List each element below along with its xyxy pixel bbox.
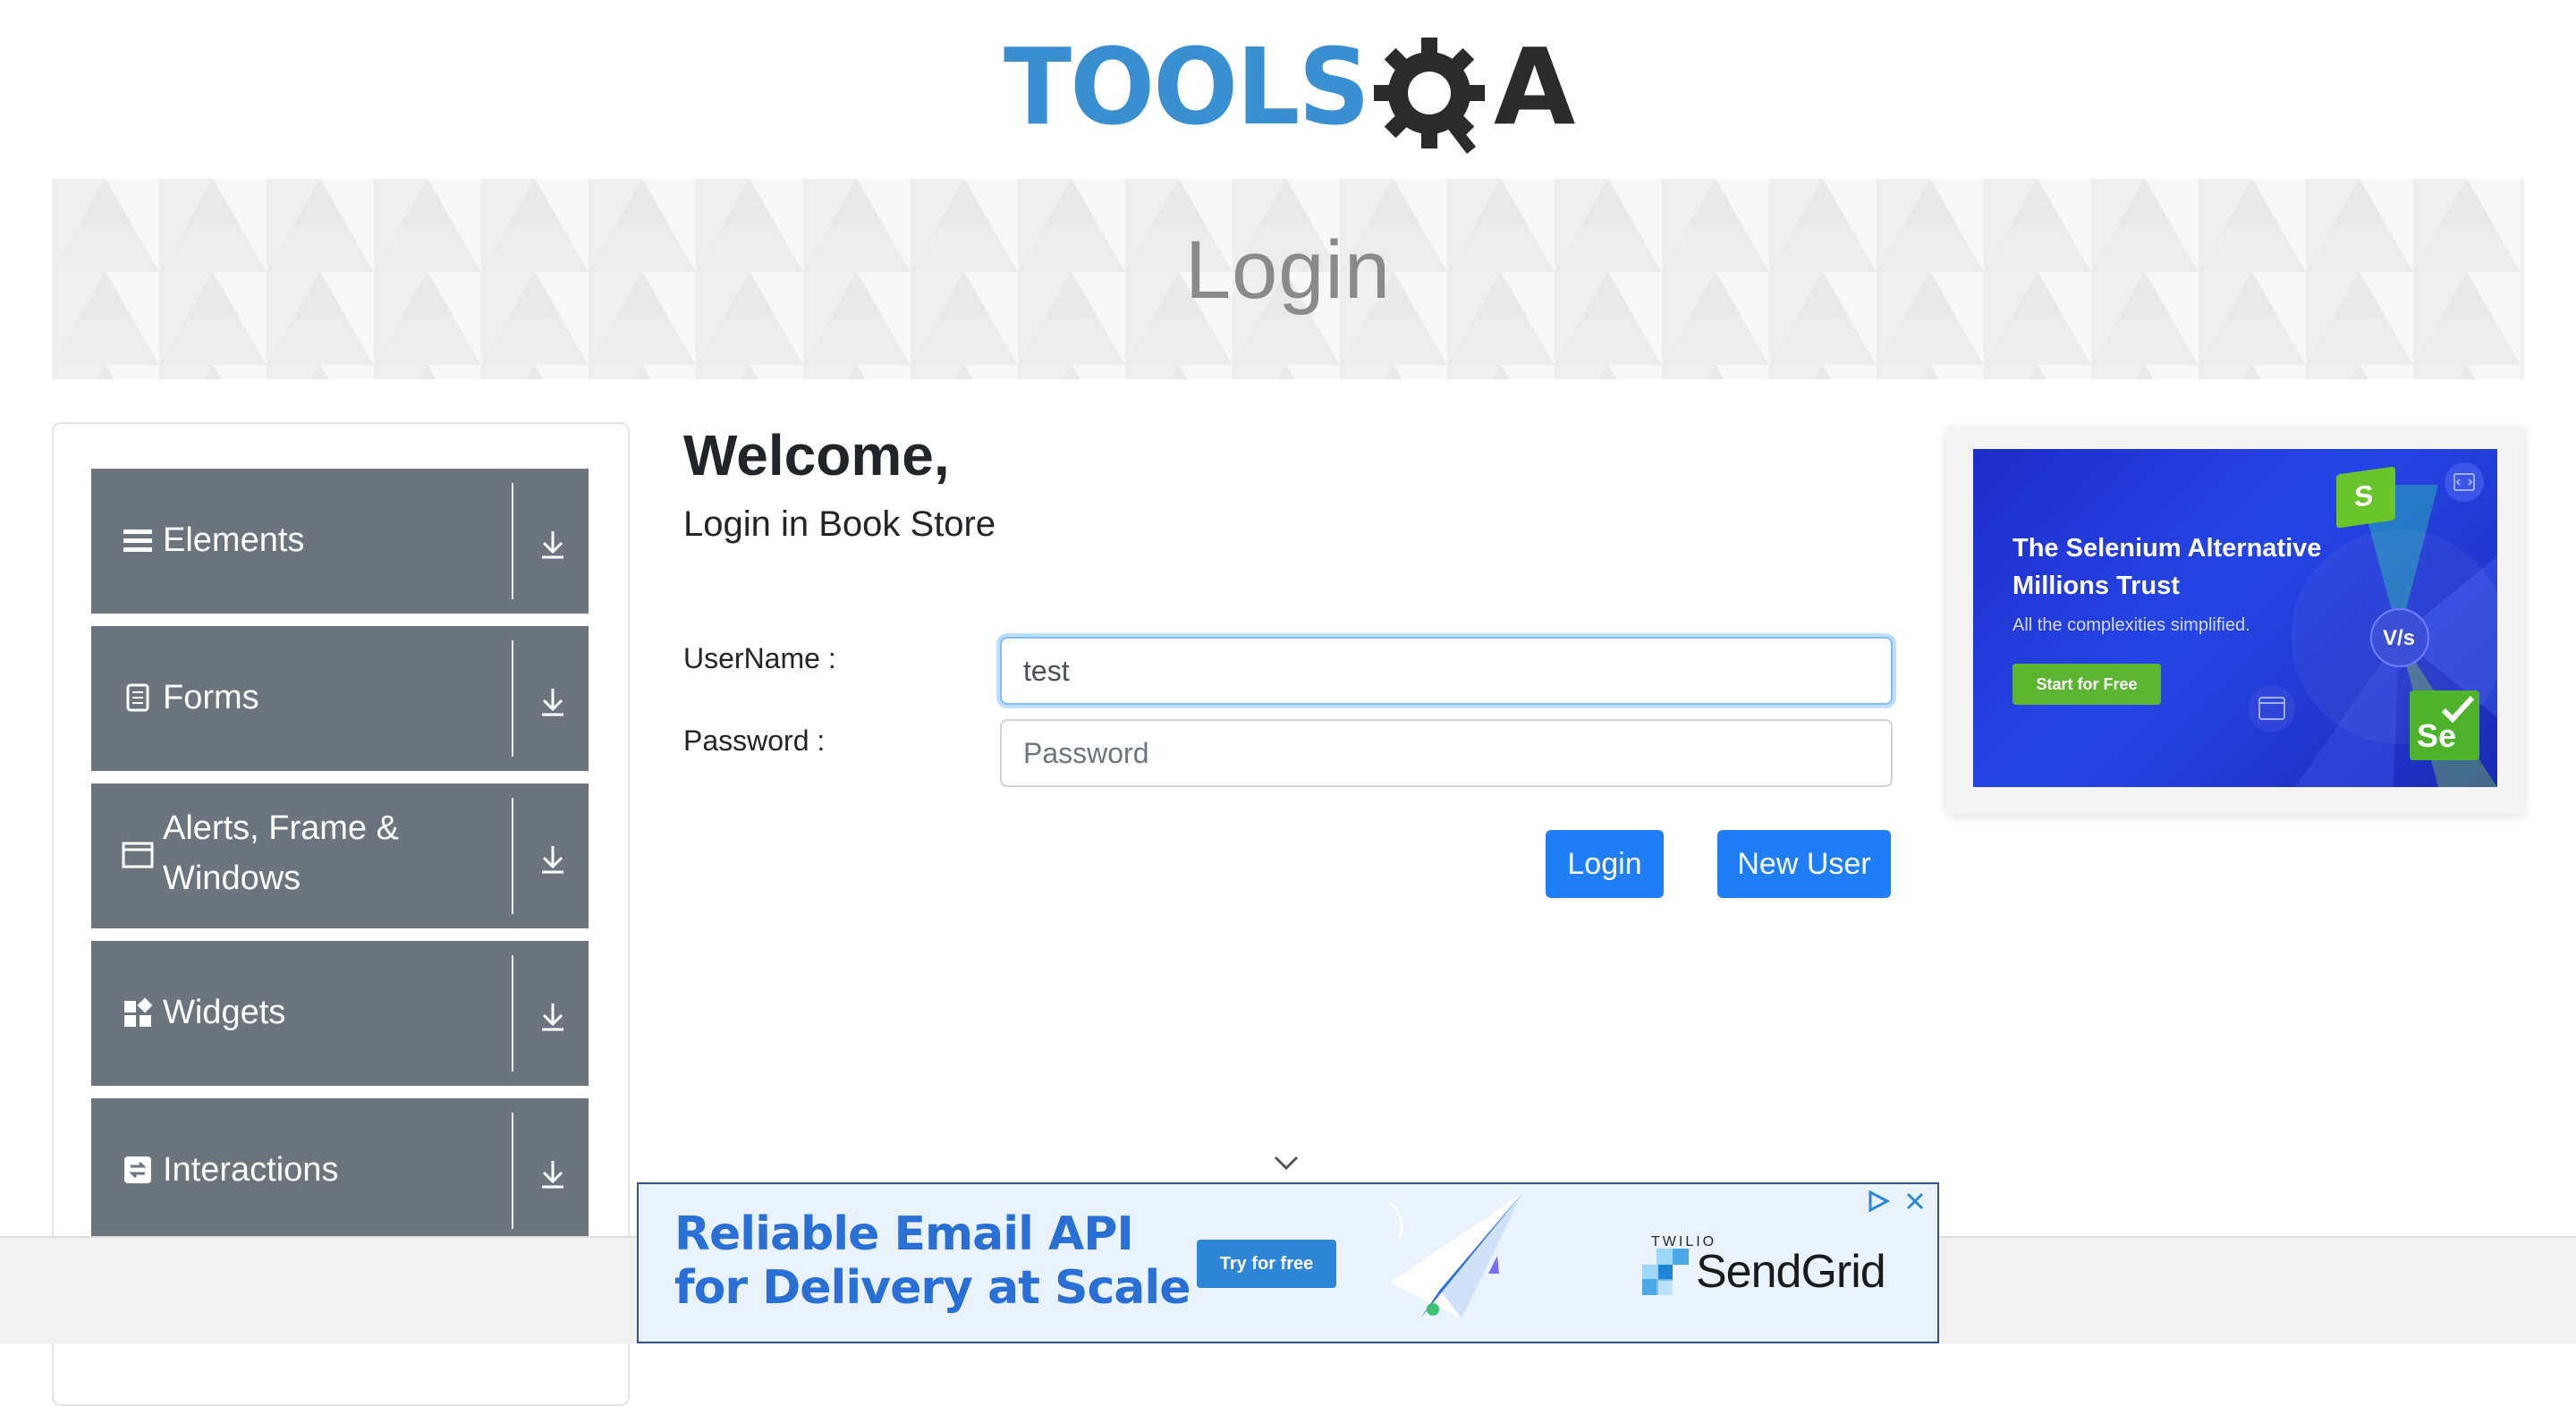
close-icon[interactable]	[1903, 1190, 1927, 1213]
login-subheading: Login in Book Store	[683, 504, 996, 544]
start-for-free-button[interactable]: Start for Free	[2012, 664, 2161, 705]
welcome-heading: Welcome,	[683, 423, 950, 487]
gear-icon	[1374, 38, 1485, 154]
sidebar-group-elements[interactable]: Elements	[91, 469, 589, 614]
login-button[interactable]: Login	[1546, 830, 1664, 898]
sidebar-group-interactions[interactable]: Interactions	[91, 1098, 589, 1243]
document-icon	[126, 683, 149, 712]
sidebar-group-alerts-frame-windows[interactable]: Alerts, Frame & Windows	[91, 783, 589, 928]
ad-headline: The Selenium Alternative Millions Trust	[2012, 534, 2322, 600]
new-user-button[interactable]: New User	[1717, 830, 1891, 898]
sidebar-group-widgets[interactable]: Widgets	[91, 941, 589, 1086]
try-for-free-button[interactable]: Try for free	[1197, 1240, 1336, 1288]
sendgrid-logo-icon	[1642, 1249, 1689, 1295]
s-badge-text: S	[2354, 478, 2374, 513]
adchoices-icon[interactable]	[1866, 1190, 1891, 1213]
toolsqa-logo[interactable]: TOOLS A	[1000, 25, 1590, 168]
group-divider	[512, 955, 513, 1071]
username-label: UserName :	[683, 642, 836, 674]
ad-subtext: All the complexities simplified.	[2012, 615, 2250, 635]
sidebar-group-label: Widgets	[163, 994, 286, 1031]
group-divider	[512, 640, 513, 757]
ad-line-2: for Delivery at Scale	[674, 1261, 1191, 1315]
window-icon	[122, 842, 154, 868]
group-divider	[512, 1113, 513, 1229]
checkmark-icon	[2441, 695, 2475, 724]
right-ad[interactable]: The Selenium Alternative Millions Trust …	[1973, 449, 2497, 787]
page-banner: Login	[52, 179, 2524, 379]
sidebar-group-label: Elements	[163, 521, 305, 559]
browser-icon	[2249, 685, 2295, 732]
chevron-down-icon[interactable]	[1274, 1154, 1299, 1172]
ad-line-1: Reliable Email API	[674, 1207, 1134, 1261]
sidebar-group-forms[interactable]: Forms	[91, 626, 589, 771]
sendgrid-brand: SendGrid	[1696, 1246, 1886, 1298]
password-label: Password :	[683, 724, 826, 757]
username-input[interactable]	[1000, 637, 1893, 705]
sidebar-group-label: Alerts, Frame & Windows	[163, 809, 399, 897]
selenium-badge-icon: Se	[2410, 690, 2479, 760]
download-arrow-icon[interactable]	[535, 841, 571, 877]
vs-text: V/s	[2383, 626, 2416, 650]
vs-circle: V/s	[2370, 608, 2429, 667]
s-badge-icon: S	[2336, 466, 2395, 529]
download-arrow-icon[interactable]	[535, 526, 571, 562]
logo-text-tools: TOOLS	[1004, 25, 1368, 148]
sidebar-group-label: Forms	[163, 679, 259, 716]
download-arrow-icon[interactable]	[535, 998, 571, 1034]
logo-text-a: A	[1494, 25, 1575, 148]
group-divider	[512, 798, 513, 914]
password-input[interactable]	[1000, 719, 1893, 787]
sidebar-group-label: Interactions	[163, 1151, 339, 1189]
bottom-ad[interactable]: Reliable Email API for Delivery at Scale…	[637, 1182, 1939, 1343]
widgets-icon	[124, 997, 153, 1027]
group-divider	[512, 483, 513, 599]
interactions-icon	[124, 1156, 151, 1183]
download-arrow-icon[interactable]	[535, 683, 571, 719]
hamburger-icon	[123, 529, 152, 552]
code-icon	[2445, 462, 2484, 502]
paper-plane-icon	[1388, 1193, 1522, 1318]
download-arrow-icon[interactable]	[535, 1156, 571, 1191]
page-title: Login	[1184, 224, 1392, 316]
